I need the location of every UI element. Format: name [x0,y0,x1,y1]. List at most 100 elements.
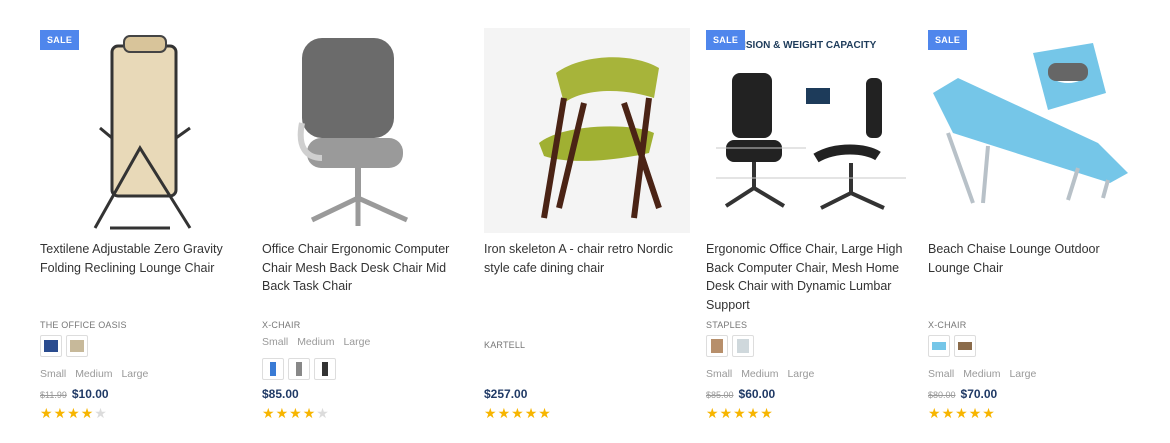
color-swatches [40,335,88,357]
star-filled-icon: ★ [80,405,95,421]
star-filled-icon: ★ [719,405,734,421]
star-filled-icon: ★ [746,405,761,421]
product-brand[interactable]: X-CHAIR [262,320,300,330]
size-large[interactable]: Large [787,368,814,380]
star-filled-icon: ★ [275,405,290,421]
star-filled-icon: ★ [706,405,720,421]
color-swatches [928,335,976,357]
price-block: $80.00 $70.00 [928,387,997,401]
product-brand[interactable]: X-CHAIR [928,320,966,330]
star-filled-icon: ★ [760,405,774,421]
size-options: Small Medium Large [40,368,154,380]
star-filled-icon: ★ [497,405,512,421]
product-title[interactable]: Beach Chaise Lounge Outdoor Lounge Chair [928,240,1132,277]
swatch-beige[interactable] [706,335,728,357]
rating-stars: ★★★★★ [484,405,552,422]
product-card[interactable]: SALE Beach Chaise Lounge Outdoor Lounge … [928,28,1134,421]
size-options: Small Medium Large [262,336,376,348]
size-small[interactable]: Small [928,368,954,380]
swatch-blue[interactable] [40,335,62,357]
size-small[interactable]: Small [40,368,66,380]
product-image[interactable] [262,28,468,233]
image-caption: ENSION & WEIGHT CAPACITY [732,40,877,51]
star-filled-icon: ★ [928,405,942,421]
sale-badge: SALE [928,30,968,50]
product-image[interactable] [484,28,690,233]
product-card[interactable]: SALE Textilene Adjustable Zero Gravity F… [40,28,246,421]
swatch-brown[interactable] [954,335,976,357]
old-price: $85.00 [706,390,734,400]
color-swatches [706,335,754,357]
current-price: $257.00 [484,387,528,401]
ergonomic-chair-image: ENSION & WEIGHT CAPACITY [706,28,912,233]
size-options: Small Medium Large [928,368,1042,380]
price-block: $85.00 $60.00 [706,387,775,401]
swatch-blue[interactable] [262,358,284,380]
price-block: $85.00 [262,387,299,401]
swatch-beige[interactable] [66,335,88,357]
price-block: $11.99 $10.00 [40,387,109,401]
star-filled-icon: ★ [524,405,539,421]
rating-stars: ★★★★★ [262,405,330,422]
star-filled-icon: ★ [511,405,525,421]
product-image[interactable]: ENSION & WEIGHT CAPACITY SALE [706,28,912,233]
swatch-grey[interactable] [732,335,754,357]
product-brand[interactable]: THE OFFICE OASIS [40,320,127,330]
sale-badge: SALE [40,30,80,50]
product-brand[interactable]: STAPLES [706,320,747,330]
star-filled-icon: ★ [262,405,276,421]
star-empty-icon: ★ [94,405,108,421]
size-medium[interactable]: Medium [75,368,112,380]
lounge-chair-image [40,28,246,233]
product-title[interactable]: Iron skeleton A - chair retro Nordic sty… [484,240,688,277]
rating-stars: ★★★★★ [706,405,774,422]
product-grid: SALE Textilene Adjustable Zero Gravity F… [0,0,1170,443]
swatch-grey[interactable] [288,358,310,380]
product-card[interactable]: ENSION & WEIGHT CAPACITY SALE Ergonomic … [706,28,912,421]
old-price: $11.99 [40,390,67,400]
old-price: $80.00 [928,390,956,400]
product-card[interactable]: Iron skeleton A - chair retro Nordic sty… [484,28,690,421]
size-large[interactable]: Large [1009,368,1036,380]
size-small[interactable]: Small [706,368,732,380]
product-brand[interactable]: KARTELL [484,340,525,350]
star-filled-icon: ★ [53,405,68,421]
size-medium[interactable]: Medium [741,368,778,380]
star-filled-icon: ★ [40,405,54,421]
rating-stars: ★★★★★ [928,405,996,422]
size-large[interactable]: Large [121,368,148,380]
swatch-blue[interactable] [928,335,950,357]
star-filled-icon: ★ [955,405,969,421]
star-filled-icon: ★ [484,405,498,421]
current-price: $60.00 [738,387,776,401]
sale-badge: SALE [706,30,746,50]
current-price: $85.00 [262,387,299,401]
price-block: $257.00 [484,387,527,401]
size-small[interactable]: Small [262,336,288,348]
star-filled-icon: ★ [733,405,747,421]
dining-chair-image [484,28,690,233]
star-filled-icon: ★ [302,405,317,421]
product-card[interactable]: Office Chair Ergonomic Computer Chair Me… [262,28,468,421]
current-price: $70.00 [960,387,998,401]
color-swatches [262,358,336,380]
product-title[interactable]: Textilene Adjustable Zero Gravity Foldin… [40,240,244,277]
star-filled-icon: ★ [67,405,81,421]
star-filled-icon: ★ [968,405,983,421]
product-image[interactable]: SALE [928,28,1134,233]
size-large[interactable]: Large [343,336,370,348]
rating-stars: ★★★★★ [40,405,108,422]
star-empty-icon: ★ [316,405,330,421]
beach-lounge-chair-image [928,28,1134,233]
size-medium[interactable]: Medium [963,368,1000,380]
star-filled-icon: ★ [538,405,552,421]
product-image[interactable]: SALE [40,28,246,233]
star-filled-icon: ★ [289,405,303,421]
office-chair-image [262,28,468,233]
star-filled-icon: ★ [941,405,956,421]
size-medium[interactable]: Medium [297,336,334,348]
product-title[interactable]: Ergonomic Office Chair, Large High Back … [706,240,910,314]
product-title[interactable]: Office Chair Ergonomic Computer Chair Me… [262,240,466,296]
size-options: Small Medium Large [706,368,820,380]
swatch-black[interactable] [314,358,336,380]
